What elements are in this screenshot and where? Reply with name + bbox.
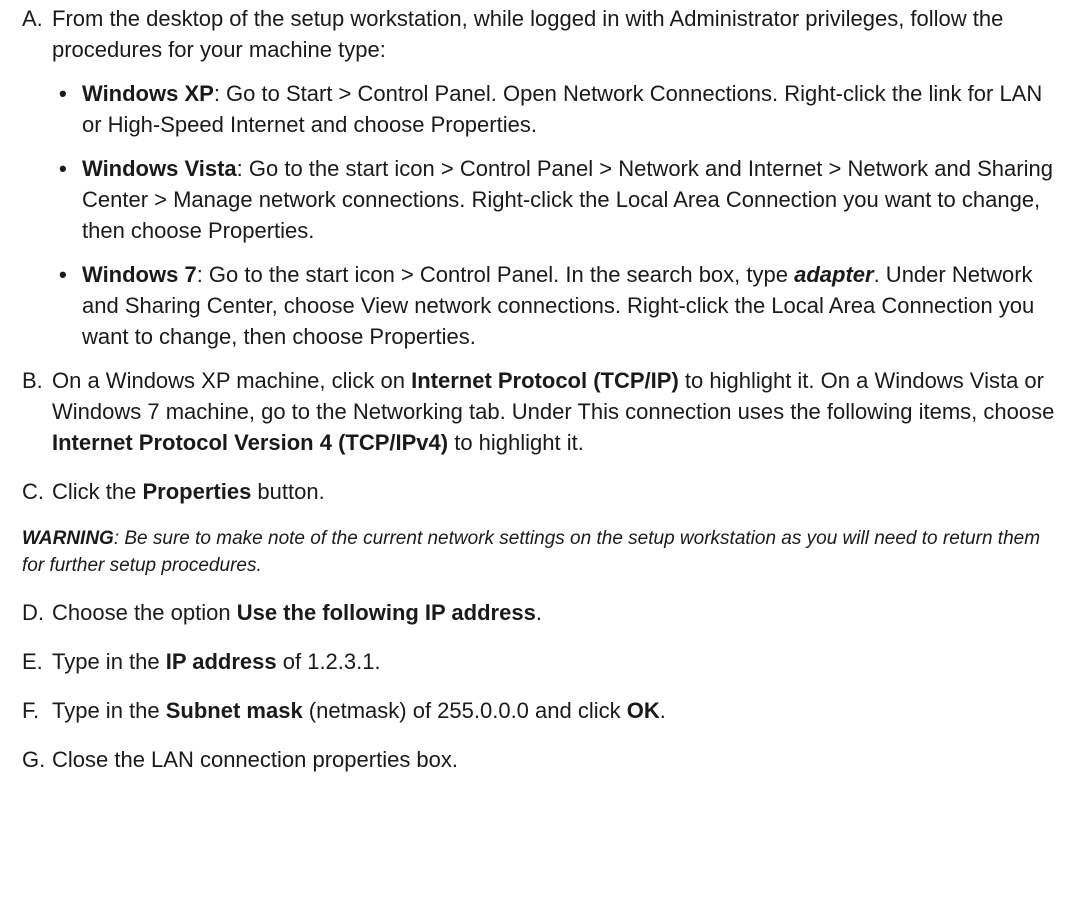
step-text: . [659,698,666,723]
step-text: Type in the [52,649,166,674]
emphasis-text: OK [626,698,660,723]
step-text: of 1.2.3.1. [276,649,381,674]
emphasis-text: Internet Protocol (TCP/IP) [411,368,679,393]
step-g: G. Close the LAN connection properties b… [22,744,1062,775]
bullet-text: : Go to Start > Control Panel. Open Netw… [82,81,1043,137]
step-text: . [535,600,542,625]
step-letter: A. [22,6,43,31]
warning-text: : Be sure to make note of the current ne… [22,528,1041,576]
step-text: From the desktop of the setup workstatio… [52,6,1004,62]
step-text: (netmask) of 255.0.0.0 and click [302,698,627,723]
list-item-windows-vista: • Windows Vista: Go to the start icon > … [52,153,1062,246]
step-letter: C. [22,479,44,504]
step-text: Close the LAN connection properties box. [52,747,459,772]
step-c: C. Click the Properties button. [22,476,1062,507]
step-text: On a Windows XP machine, click on [52,368,412,393]
emphasis-text: Subnet mask [165,698,303,723]
bullet-icon: • [59,262,67,287]
step-text: button. [251,479,325,504]
machine-type-list: • Windows XP: Go to Start > Control Pane… [52,78,1062,352]
step-letter: E. [22,649,43,674]
document-body: A. From the desktop of the setup worksta… [22,3,1062,775]
bullet-icon: • [59,81,67,106]
step-letter: B. [22,368,43,393]
step-letter: F. [22,698,40,723]
step-text: Click the [52,479,143,504]
warning-label: WARNING [22,528,114,549]
search-term: adapter [794,262,874,287]
os-label: Windows 7 [82,262,197,287]
step-f: F. Type in the Subnet mask (netmask) of … [22,695,1062,726]
os-label: Windows Vista [82,156,237,181]
step-d: D. Choose the option Use the following I… [22,597,1062,628]
list-item-windows-xp: • Windows XP: Go to Start > Control Pane… [52,78,1062,140]
step-text: to highlight it. [448,430,584,455]
step-text: Choose the option [52,600,237,625]
emphasis-text: IP address [165,649,277,674]
os-label: Windows XP [82,81,214,106]
emphasis-text: Use the following IP address [236,600,536,625]
step-letter: G. [22,747,46,772]
bullet-icon: • [59,156,67,181]
emphasis-text: Properties [142,479,252,504]
bullet-text: : Go to the start icon > Control Panel. … [196,262,795,287]
step-a: A. From the desktop of the setup worksta… [22,3,1062,65]
emphasis-text: Internet Protocol Version 4 (TCP/IPv4) [52,430,449,455]
list-item-windows-7: • Windows 7: Go to the start icon > Cont… [52,259,1062,352]
step-b: B. On a Windows XP machine, click on Int… [22,365,1062,458]
step-letter: D. [22,600,44,625]
step-e: E. Type in the IP address of 1.2.3.1. [22,646,1062,677]
warning-note: WARNING: Be sure to make note of the cur… [22,525,1062,579]
step-text: Type in the [52,698,166,723]
